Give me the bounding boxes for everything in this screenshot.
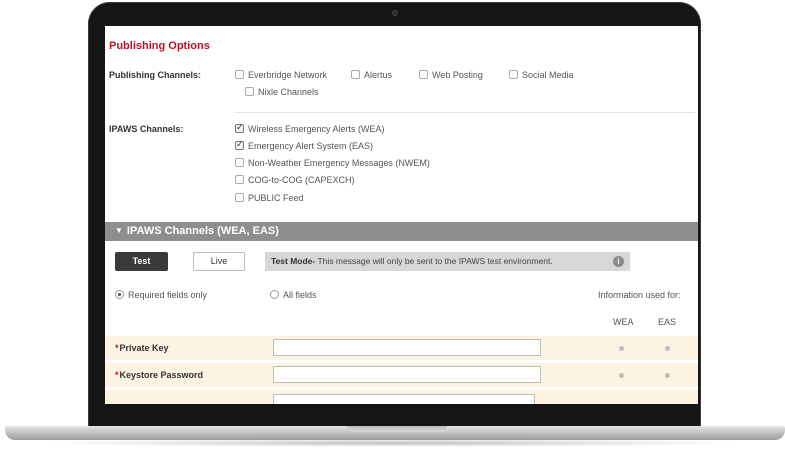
checkbox-label: Social Media xyxy=(522,70,574,80)
checkbox-label: Non-Weather Emergency Messages (NWEM) xyxy=(248,158,430,168)
wea-indicator xyxy=(619,346,624,351)
publishing-channels-label: Publishing Channels: xyxy=(109,70,202,80)
checkbox-box[interactable] xyxy=(235,193,244,203)
camera-icon xyxy=(392,10,398,16)
checkbox-label: Alertus xyxy=(364,70,393,80)
checkbox-label: Emergency Alert System (EAS) xyxy=(248,141,374,151)
field-label-text: Keystore Password xyxy=(119,370,204,380)
laptop-base xyxy=(5,426,785,440)
checkbox-wea[interactable]: Wireless Emergency Alerts (WEA) xyxy=(235,122,385,134)
checkbox-box[interactable] xyxy=(235,70,244,80)
banner-text: This message will only be sent to the IP… xyxy=(315,256,553,266)
test-mode-banner: Test Mode- This message will only be sen… xyxy=(265,252,630,271)
checkbox-box[interactable] xyxy=(351,70,360,80)
field-label-text: Private Key xyxy=(119,343,169,353)
radio-all-fields[interactable]: All fields xyxy=(270,290,317,300)
checkbox-nwem[interactable]: Non-Weather Emergency Messages (NWEM) xyxy=(235,158,430,168)
checkbox-everbridge-network[interactable]: Everbridge Network xyxy=(235,70,327,80)
checkbox-web-posting[interactable]: Web Posting xyxy=(419,70,483,80)
radio-required-fields[interactable]: Required fields only xyxy=(115,290,207,300)
checkbox-label: Web Posting xyxy=(432,70,483,80)
checkbox-eas[interactable]: Emergency Alert System (EAS) xyxy=(235,139,374,151)
radio-label: All fields xyxy=(283,290,317,300)
field-label: *Keystore Password xyxy=(115,370,204,380)
form-row-keystore-password: *Keystore Password xyxy=(105,363,698,387)
laptop-notch xyxy=(347,426,447,432)
checkbox-box-checked[interactable] xyxy=(235,122,244,134)
checkbox-label: PUBLIC Feed xyxy=(248,193,304,203)
eas-indicator xyxy=(665,373,670,378)
checkbox-public-feed[interactable]: PUBLIC Feed xyxy=(235,193,304,203)
checkbox-label: Everbridge Network xyxy=(248,70,328,80)
checkbox-box-checked[interactable] xyxy=(235,139,244,151)
checkbox-social-media[interactable]: Social Media xyxy=(509,70,574,80)
checkbox-box[interactable] xyxy=(509,70,518,80)
checkbox-nixle-channels[interactable]: Nixle Channels xyxy=(245,87,319,97)
laptop-shadow xyxy=(40,439,745,447)
field-label: *Private Key xyxy=(115,343,169,353)
checkbox-cog-to-cog[interactable]: COG-to-COG (CAPEXCH) xyxy=(235,175,355,185)
test-button[interactable]: Test xyxy=(115,252,168,271)
chevron-down-icon: ▼ xyxy=(115,226,123,235)
divider xyxy=(235,112,695,113)
screen: Publishing Options Publishing Channels: … xyxy=(105,26,698,404)
radio-label: Required fields only xyxy=(128,290,208,300)
info-used-for-label: Information used for: xyxy=(598,290,681,300)
checkbox-alertus[interactable]: Alertus xyxy=(351,70,392,80)
radio-selected-icon[interactable] xyxy=(115,290,124,300)
checkbox-box[interactable] xyxy=(419,70,428,80)
checkbox-box[interactable] xyxy=(235,175,244,185)
checkbox-label: Nixle Channels xyxy=(258,87,319,97)
radio-icon[interactable] xyxy=(270,290,279,300)
checkbox-label: Wireless Emergency Alerts (WEA) xyxy=(248,124,385,134)
panel-header-label: IPAWS Channels (WEA, EAS) xyxy=(126,225,279,237)
ipaws-channels-label: IPAWS Channels: xyxy=(109,124,184,134)
form-row-partial xyxy=(105,390,698,404)
form-row-private-key: *Private Key xyxy=(105,336,698,360)
eas-column-header: EAS xyxy=(658,317,677,327)
section-title: Publishing Options xyxy=(109,40,210,52)
info-icon[interactable]: i xyxy=(613,256,624,267)
checkbox-label: COG-to-COG (CAPEXCH) xyxy=(248,175,355,185)
keystore-password-input[interactable] xyxy=(273,366,541,383)
select-partial[interactable] xyxy=(273,394,535,404)
eas-indicator xyxy=(665,346,670,351)
banner-bold: Test Mode- xyxy=(271,256,316,266)
private-key-input[interactable] xyxy=(273,339,541,356)
checkbox-box[interactable] xyxy=(235,158,244,168)
checkbox-box[interactable] xyxy=(245,87,254,97)
ipaws-panel-header[interactable]: ▼ IPAWS Channels (WEA, EAS) xyxy=(105,222,698,241)
wea-indicator xyxy=(619,373,624,378)
wea-column-header: WEA xyxy=(613,317,634,327)
live-button[interactable]: Live xyxy=(193,252,245,271)
